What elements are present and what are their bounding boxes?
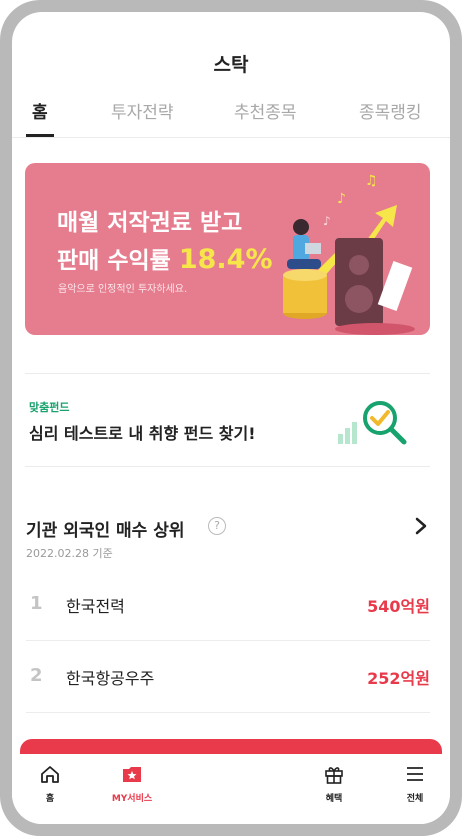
tab-strategy[interactable]: 투자전략 [111, 98, 174, 123]
nav-all[interactable]: 전체 [395, 764, 435, 804]
person-legs [287, 259, 321, 269]
star-folder-icon [123, 767, 141, 782]
buy-amount: 252억원 [367, 669, 430, 688]
investor-music-illustration: ♪ ♫ ♪ [283, 173, 415, 335]
nav-center-button[interactable]: 운전면허 [196, 749, 276, 786]
nav-center-label: 운전면허 [217, 775, 255, 786]
stock-name: 한국항공우주 [66, 669, 155, 688]
magnifier-chart-icon [338, 401, 407, 445]
tab-recommended[interactable]: 추천종목 [234, 98, 297, 123]
banner-headline-1: 매월 저작권료 받고 [57, 210, 243, 236]
nav-my-service-label: MY서비스 [111, 794, 153, 804]
gift-icon [325, 767, 343, 784]
tab-active-indicator [26, 134, 54, 137]
nav-home-label: 홈 [45, 794, 55, 804]
tab-home[interactable]: 홈 [32, 98, 48, 123]
tab-ranking[interactable]: 종목랭킹 [359, 98, 422, 123]
banner-highlight-rate: 18.4% [178, 244, 273, 275]
rank-number: 1 [30, 593, 43, 614]
screen: 스탁 홈 투자전략 추천종목 종목랭킹 매월 저작권료 받고 판매 수익률 18… [12, 12, 450, 824]
fund-card[interactable]: 맞춤펀드 심리 테스트로 내 취향 펀드 찾기! [25, 373, 430, 467]
nav-home[interactable]: 홈 [30, 764, 70, 804]
banner-subtitle: 음악으로 인정적인 투자하세요. [58, 284, 188, 295]
laptop-shape [305, 243, 321, 254]
nav-all-label: 전체 [406, 794, 424, 804]
nav-my-service[interactable]: MY서비스 [104, 764, 160, 804]
ranking-section-title: 기관 외국인 매수 상위 [26, 521, 185, 541]
promo-banner[interactable]: 매월 저작권료 받고 판매 수익률 18.4% 음악으로 인정적인 투자하세요. [25, 163, 430, 335]
music-note-2: ♫ [365, 173, 378, 189]
music-note-3: ♪ [323, 214, 331, 228]
tab-bar: 홈 투자전략 추천종목 종목랭킹 [12, 98, 450, 138]
speaker-woofer-bottom [345, 285, 373, 313]
floor-shadow [335, 323, 415, 335]
buy-amount: 540억원 [367, 597, 430, 616]
music-note-1: ♪ [337, 191, 346, 207]
chevron-right-icon[interactable] [414, 516, 428, 536]
stock-name: 한국전력 [66, 597, 125, 616]
coin-stack-top [283, 269, 327, 281]
banner-headline-2: 판매 수익률 18.4% [57, 241, 273, 275]
help-icon[interactable]: ? [208, 517, 226, 535]
ranking-row[interactable]: 2 한국항공우주 252억원 [26, 641, 430, 713]
chevron-up-double-icon [231, 755, 241, 764]
rank-number: 2 [30, 665, 43, 686]
ranking-row[interactable]: 1 한국전력 540억원 [26, 569, 430, 641]
page-title: 스탁 [213, 54, 249, 76]
nav-benefit[interactable]: 혜택 [314, 764, 354, 804]
fund-tag: 맞춤펀드 [29, 401, 70, 414]
banner-headline-2-prefix: 판매 수익률 [57, 248, 179, 274]
home-icon [41, 766, 59, 783]
speaker-woofer-top [349, 255, 369, 275]
nav-benefit-label: 혜택 [325, 794, 343, 804]
menu-icon [407, 767, 423, 781]
ranking-date: 2022.02.28 기준 [26, 547, 113, 560]
fund-title: 심리 테스트로 내 취향 펀드 찾기! [29, 424, 256, 443]
person-head [293, 219, 309, 235]
device-frame: 스탁 홈 투자전략 추천종목 종목랭킹 매월 저작권료 받고 판매 수익률 18… [0, 0, 462, 836]
